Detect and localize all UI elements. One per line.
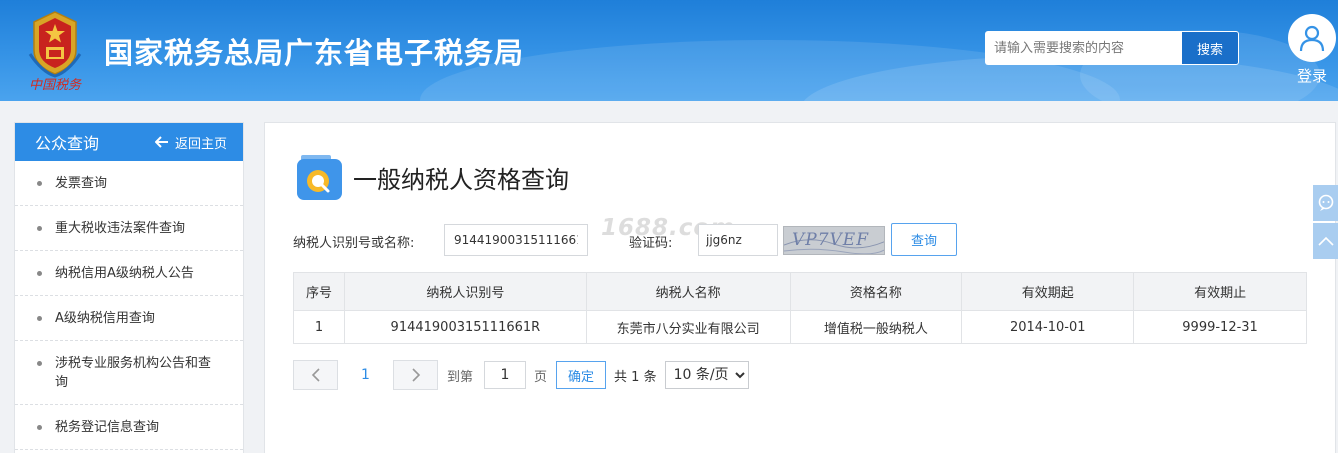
login-label[interactable]: 登录 bbox=[1288, 65, 1336, 86]
search-button[interactable]: 搜索 bbox=[1181, 31, 1239, 65]
page-size-select[interactable]: 10 条/页 bbox=[664, 361, 749, 389]
pagination: 1 到第 页 确定 共 1 条 10 条/页 bbox=[293, 360, 749, 390]
bullet-icon bbox=[37, 361, 42, 366]
page-number-current[interactable]: 1 bbox=[338, 367, 393, 383]
back-to-top-button[interactable] bbox=[1313, 223, 1338, 259]
column-header: 有效期止 bbox=[1133, 272, 1307, 311]
sidebar-item-registration-query[interactable]: 税务登记信息查询 bbox=[15, 405, 243, 450]
header-banner: 中国税务 国家税务总局广东省电子税务局 搜索 登录 bbox=[0, 0, 1338, 101]
cell-taxpayer-name: 东莞市八分实业有限公司 bbox=[585, 310, 791, 344]
sidebar-item-service-agencies[interactable]: 涉税专业服务机构公告和查询 bbox=[15, 341, 243, 405]
query-button[interactable]: 查询 bbox=[891, 223, 957, 256]
cell-tax-id: 91441900315111661R bbox=[343, 310, 587, 344]
captcha-input[interactable] bbox=[698, 224, 778, 256]
sidebar-item-label[interactable]: A级纳税信用查询 bbox=[55, 309, 155, 328]
bullet-icon bbox=[37, 425, 42, 430]
sidebar-item-invoice-query[interactable]: 发票查询 bbox=[15, 161, 243, 206]
floating-toolbar bbox=[1313, 185, 1338, 261]
goto-page-input[interactable] bbox=[484, 361, 527, 389]
goto-label: 到第 bbox=[447, 369, 474, 385]
table-header-row: 序号 纳税人识别号 纳税人名称 资格名称 有效期起 有效期止 bbox=[293, 272, 1307, 311]
search-document-icon bbox=[297, 155, 342, 200]
chevron-right-icon bbox=[411, 368, 420, 382]
sidebar: 公众查询 返回主页 发票查询 重大税收违法案件查询 纳税信用A级纳税人公告 A级… bbox=[14, 122, 244, 453]
total-count: 共 1 条 bbox=[614, 369, 657, 385]
column-header: 有效期起 bbox=[961, 272, 1135, 311]
tax-emblem-logo: 中国税务 bbox=[28, 11, 82, 92]
main-panel: 一般纳税人资格查询 1688.com 纳税人识别号或名称: 验证码: VP7VE… bbox=[264, 122, 1336, 453]
page-unit-label: 页 bbox=[534, 369, 548, 385]
sidebar-header: 公众查询 返回主页 bbox=[15, 123, 243, 161]
chevron-left-icon bbox=[311, 368, 320, 382]
sidebar-item-violation-cases[interactable]: 重大税收违法案件查询 bbox=[15, 206, 243, 251]
back-arrow-icon bbox=[154, 136, 168, 148]
column-header: 纳税人名称 bbox=[585, 272, 791, 311]
bullet-icon bbox=[37, 316, 42, 321]
sidebar-title: 公众查询 bbox=[35, 134, 100, 153]
chevron-up-icon bbox=[1317, 236, 1334, 246]
tax-id-label: 纳税人识别号或名称: bbox=[293, 236, 415, 251]
sidebar-item-label[interactable]: 发票查询 bbox=[55, 174, 107, 193]
column-header: 纳税人识别号 bbox=[343, 272, 587, 311]
sidebar-item-label[interactable]: 涉税专业服务机构公告和查询 bbox=[55, 354, 215, 392]
bullet-icon bbox=[37, 226, 42, 231]
sidebar-item-label[interactable]: 重大税收违法案件查询 bbox=[55, 219, 185, 238]
result-table: 序号 纳税人识别号 纳税人名称 资格名称 有效期起 有效期止 1 9144190… bbox=[293, 272, 1307, 344]
goto-confirm-button[interactable]: 确定 bbox=[556, 361, 607, 389]
sidebar-item-a-credit-notice[interactable]: 纳税信用A级纳税人公告 bbox=[15, 251, 243, 296]
tax-id-input[interactable] bbox=[444, 224, 588, 256]
sidebar-item-label[interactable]: 纳税信用A级纳税人公告 bbox=[55, 264, 194, 283]
captcha-label: 验证码: bbox=[629, 236, 673, 251]
sidebar-item-a-credit-query[interactable]: A级纳税信用查询 bbox=[15, 296, 243, 341]
cell-index: 1 bbox=[293, 310, 345, 344]
page-title: 一般纳税人资格查询 bbox=[353, 166, 569, 194]
svg-text:中国税务: 中国税务 bbox=[29, 78, 82, 92]
captcha-image[interactable]: VP7VEF bbox=[783, 226, 885, 255]
search-input[interactable] bbox=[985, 31, 1181, 65]
cell-qualification: 增值税一般纳税人 bbox=[789, 310, 963, 344]
column-header: 序号 bbox=[293, 272, 345, 311]
next-page-button[interactable] bbox=[393, 360, 438, 390]
customer-service-button[interactable] bbox=[1313, 185, 1338, 221]
captcha-text: VP7VEF bbox=[792, 230, 870, 250]
table-row: 1 91441900315111661R 东莞市八分实业有限公司 增值税一般纳税… bbox=[293, 310, 1307, 344]
sidebar-item-label[interactable]: 税务登记信息查询 bbox=[55, 418, 159, 437]
chat-bubble-icon bbox=[1318, 194, 1333, 211]
user-avatar-icon[interactable] bbox=[1288, 14, 1336, 62]
prev-page-button[interactable] bbox=[293, 360, 338, 390]
cell-valid-from: 2014-10-01 bbox=[961, 310, 1135, 344]
back-home-link[interactable]: 返回主页 bbox=[154, 133, 227, 152]
bullet-icon bbox=[37, 271, 42, 276]
login-button[interactable]: 登录 bbox=[1288, 14, 1336, 86]
bullet-icon bbox=[37, 181, 42, 186]
site-title: 国家税务总局广东省电子税务局 bbox=[104, 36, 525, 70]
back-home-label[interactable]: 返回主页 bbox=[175, 133, 227, 152]
column-header: 资格名称 bbox=[789, 272, 963, 311]
cell-valid-to: 9999-12-31 bbox=[1133, 310, 1307, 344]
